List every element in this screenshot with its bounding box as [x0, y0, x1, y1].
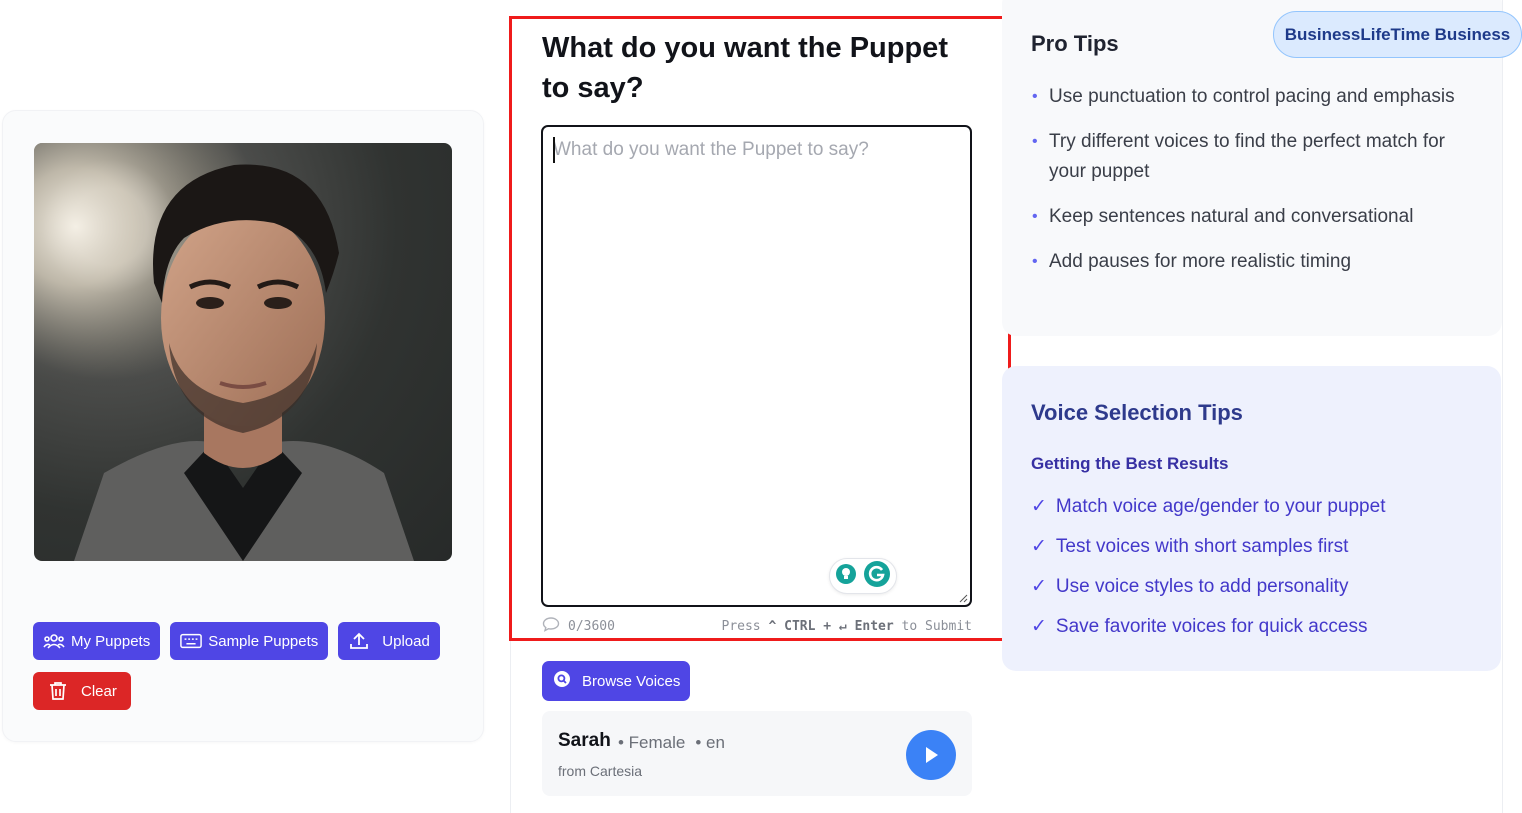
search-voice-icon	[554, 671, 570, 691]
voice-meta: • Female • en	[618, 733, 725, 753]
voice-tips-list: ✓ Match voice age/gender to your puppet ✓…	[1031, 492, 1481, 652]
list-item-text: Use voice styles to add personality	[1055, 576, 1349, 597]
list-item: Keep sentences natural and conversationa…	[1031, 202, 1481, 232]
selected-voice-card[interactable]: Sarah • Female • en from Cartesia	[542, 711, 972, 796]
list-item: ✓ Save favorite voices for quick access	[1031, 612, 1481, 642]
keyboard-icon	[180, 630, 203, 652]
browse-voices-button[interactable]: Browse Voices	[542, 661, 691, 701]
voice-language: • en	[695, 733, 725, 752]
list-item-text: Match voice age/gender to your puppet	[1055, 496, 1386, 517]
clear-button[interactable]: Clear	[33, 672, 131, 710]
users-icon	[43, 630, 65, 652]
list-item: Try different voices to find the perfect…	[1031, 127, 1481, 187]
pro-tips-list: Use punctuation to control pacing and em…	[1031, 82, 1481, 292]
puppet-portrait	[34, 143, 452, 561]
pro-tips-title: Pro Tips	[1031, 31, 1119, 56]
voice-source: from Cartesia	[558, 763, 643, 779]
voice-name: Sarah	[558, 730, 611, 751]
my-puppets-label: My Puppets	[71, 632, 151, 650]
list-item: ✓ Match voice age/gender to your puppet	[1031, 492, 1481, 522]
check-icon: ✓	[1031, 496, 1047, 517]
column-divider-right	[1502, 0, 1503, 813]
voice-tips-subtitle: Getting the Best Results	[1031, 454, 1229, 473]
browse-voices-label: Browse Voices	[582, 672, 681, 690]
play-voice-button[interactable]	[906, 730, 956, 780]
list-item-text: Test voices with short samples first	[1055, 536, 1349, 557]
column-divider	[510, 640, 511, 813]
upload-label: Upload	[382, 632, 430, 650]
plan-badge[interactable]: BusinessLifeTime Business	[1273, 11, 1522, 58]
sample-puppets-label: Sample Puppets	[208, 632, 319, 650]
upload-button[interactable]: Upload	[338, 622, 440, 660]
list-item: ✓ Test voices with short samples first	[1031, 532, 1481, 562]
puppet-card: My Puppets Sample Puppets Upload Clear	[2, 110, 484, 742]
my-puppets-button[interactable]: My Puppets	[33, 622, 161, 660]
upload-icon	[348, 630, 370, 652]
check-icon: ✓	[1031, 616, 1047, 637]
focus-highlight-frame	[509, 16, 1011, 641]
clear-label: Clear	[81, 682, 117, 700]
play-icon	[926, 747, 938, 763]
sample-puppets-button[interactable]: Sample Puppets	[170, 622, 329, 660]
voice-gender: • Female	[618, 733, 686, 752]
list-item: Use punctuation to control pacing and em…	[1031, 82, 1481, 112]
check-icon: ✓	[1031, 576, 1047, 597]
list-item: ✓ Use voice styles to add personality	[1031, 572, 1481, 602]
list-item-text: Save favorite voices for quick access	[1055, 616, 1368, 637]
voice-tips-title: Voice Selection Tips	[1031, 400, 1243, 425]
check-icon: ✓	[1031, 536, 1047, 557]
trash-icon	[47, 680, 69, 702]
list-item: Add pauses for more realistic timing	[1031, 247, 1481, 277]
